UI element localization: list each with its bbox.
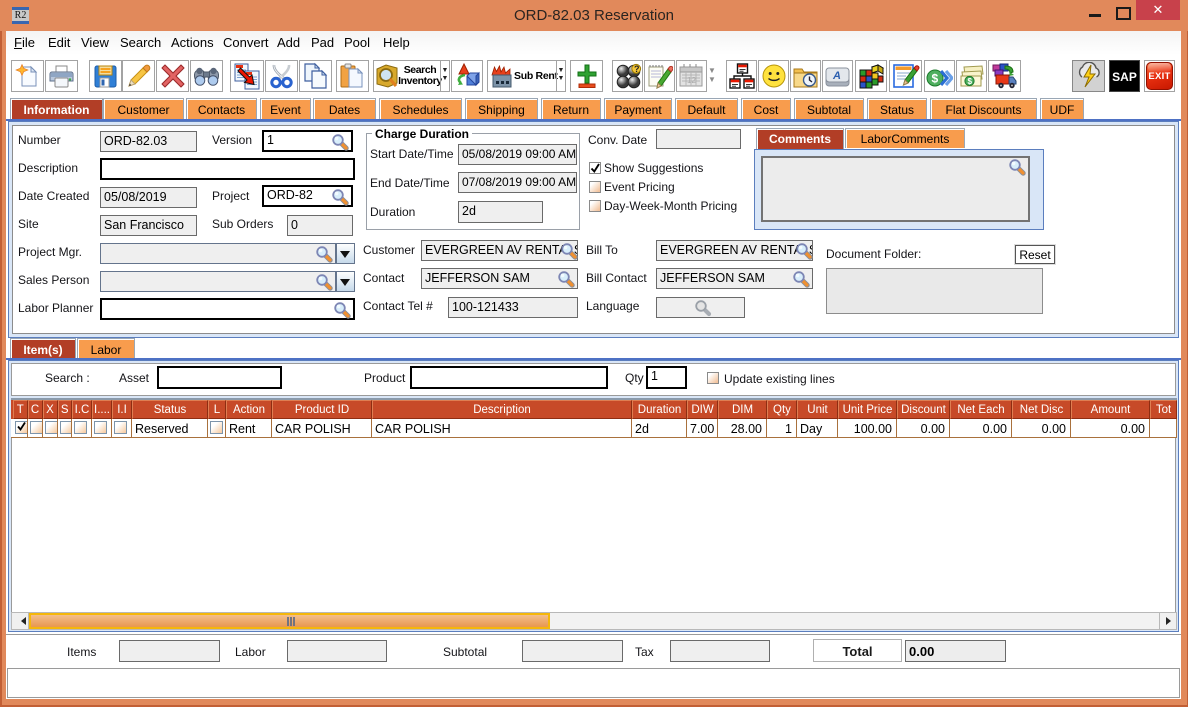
svg-text:?: ? bbox=[634, 64, 640, 74]
svg-text:$: $ bbox=[932, 71, 939, 85]
svg-text:12: 12 bbox=[687, 76, 696, 85]
svg-text:A: A bbox=[832, 70, 841, 82]
svg-text:$: $ bbox=[968, 77, 973, 86]
